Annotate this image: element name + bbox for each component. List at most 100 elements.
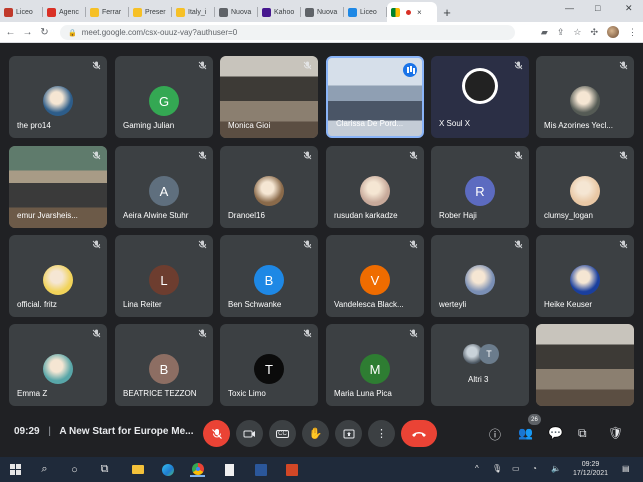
menu-kebab-icon[interactable]: ⋮ (628, 27, 637, 38)
google-meet-icon (391, 7, 400, 17)
minimize-icon[interactable]: — (565, 3, 574, 13)
browser-tab[interactable]: Nuova (215, 2, 258, 22)
browser-tab[interactable]: Ferrar (86, 2, 129, 22)
system-clock[interactable]: 09:29 17/12/2021 (573, 460, 608, 478)
participant-tile[interactable]: A Aeira Alwine Stuhr (115, 146, 213, 228)
close-tab-icon[interactable]: × (417, 8, 422, 17)
microphone-icon[interactable]: 🎙 (492, 464, 502, 473)
mic-muted-icon (409, 151, 418, 162)
participant-tile[interactable]: L Lina Reiter (115, 235, 213, 317)
participant-tile[interactable]: Dranoel16 (220, 146, 318, 228)
battery-icon[interactable]: ▭ (512, 464, 520, 473)
raise-hand-button[interactable]: ✋ (302, 420, 329, 447)
browser-tab[interactable]: Italy_i (172, 2, 215, 22)
meeting-details-icon[interactable]: ⓘ (489, 426, 501, 443)
powerpoint-icon[interactable] (284, 462, 299, 477)
participant-tile[interactable]: T Altri 3 (431, 324, 529, 406)
participant-tile[interactable]: werteyli (431, 235, 529, 317)
task-view-icon[interactable]: ⧉ (97, 462, 112, 477)
tab-label: Liceo (360, 8, 377, 16)
participant-photo-avatar (360, 176, 390, 206)
camera-toggle-button[interactable] (236, 420, 263, 447)
participant-tile[interactable]: Mis Azorines Yecl... (536, 56, 634, 138)
tab-label: Nuova (317, 8, 338, 16)
search-icon[interactable]: ⌕ (37, 462, 52, 477)
clock-date: 17/12/2021 (573, 470, 609, 477)
participant-tile[interactable]: X Soul X (431, 56, 529, 138)
new-tab-button[interactable]: + (437, 2, 457, 22)
word-icon[interactable] (253, 462, 268, 477)
file-explorer-icon[interactable] (130, 462, 145, 477)
bookmark-star-icon[interactable]: ☆ (573, 27, 581, 38)
mic-toggle-button[interactable] (203, 420, 230, 447)
reload-icon[interactable]: ↻ (36, 27, 53, 38)
others-initial-avatar: T (479, 344, 499, 364)
people-icon[interactable]: 👥 (518, 426, 533, 440)
participant-count-badge: 26 (528, 414, 541, 425)
chrome-icon[interactable] (190, 462, 205, 477)
host-controls-icon[interactable]: 🛡 (608, 426, 623, 440)
participant-tile[interactable]: Emma Z (9, 324, 107, 406)
end-call-button[interactable] (401, 420, 437, 447)
participant-tile[interactable] (536, 324, 634, 406)
participant-tile[interactable]: clumsy_logan (536, 146, 634, 228)
participant-name: werteyli (439, 300, 467, 309)
browser-tab[interactable]: Liceo (0, 2, 43, 22)
extensions-icon[interactable]: ✣ (590, 27, 598, 38)
volume-icon[interactable]: 🔈 (551, 464, 561, 473)
mic-muted-icon (619, 61, 628, 72)
tray-chevron-icon[interactable]: ^ (475, 464, 479, 473)
participant-tile[interactable]: the pro14 (9, 56, 107, 138)
obs-logo-icon (462, 68, 498, 104)
browser-tab[interactable]: Preser (129, 2, 172, 22)
maximize-icon[interactable]: □ (595, 3, 600, 13)
participant-tile[interactable]: official. fritz (9, 235, 107, 317)
back-icon[interactable]: ← (2, 27, 19, 38)
mic-muted-icon (198, 61, 207, 72)
activities-icon[interactable]: ⧉ (578, 426, 587, 441)
participant-tile[interactable]: V Vandelesca Black... (326, 235, 424, 317)
participant-name: rusudan karkadze (334, 211, 398, 220)
camera-indicator-icon[interactable]: ▰ (541, 27, 548, 38)
participant-tile[interactable]: rusudan karkadze (326, 146, 424, 228)
browser-tab[interactable]: Nuova (301, 2, 344, 22)
document-icon[interactable] (222, 462, 237, 477)
windows-start-icon[interactable] (8, 462, 23, 477)
participant-tile[interactable]: Monica Gioi (220, 56, 318, 138)
cortana-icon[interactable]: ○ (67, 462, 82, 477)
browser-tab[interactable]: Agenc (43, 2, 86, 22)
participant-tile[interactable]: B BEATRICE TEZZON (115, 324, 213, 406)
participant-tile[interactable]: emur Jvarsheis... (9, 146, 107, 228)
participant-tile[interactable]: Clarissa De Pord... (326, 56, 424, 138)
profile-avatar[interactable] (607, 26, 619, 38)
browser-tab[interactable]: Liceo (344, 2, 387, 22)
present-button[interactable] (335, 420, 362, 447)
participant-tile[interactable]: T Toxic Limo (220, 324, 318, 406)
participant-name: BEATRICE TEZZON (123, 389, 197, 398)
url-input[interactable]: 🔒 meet.google.com/csx-ouuz-vay?authuser=… (60, 25, 515, 40)
more-options-button[interactable]: ⋮ (368, 420, 395, 447)
share-icon[interactable]: ⇪ (557, 27, 565, 38)
tab-google-meet[interactable]: × (387, 2, 437, 22)
forward-icon[interactable]: → (19, 27, 36, 38)
close-window-icon[interactable]: ✕ (625, 3, 633, 14)
participant-tile[interactable]: Heike Keuser (536, 235, 634, 317)
participant-name: clumsy_logan (544, 211, 593, 220)
participant-name: Aeira Alwine Stuhr (123, 211, 189, 220)
chat-icon[interactable]: 💬 (548, 426, 563, 440)
participant-tile[interactable]: M Maria Luna Pica (326, 324, 424, 406)
notifications-icon[interactable]: ▤ (622, 464, 630, 473)
participant-tile[interactable]: G Gaming Julian (115, 56, 213, 138)
participant-photo-avatar (570, 265, 600, 295)
tab-favicon-icon (90, 7, 99, 17)
meeting-title: A New Start for Europe Me... (59, 426, 194, 437)
mic-muted-icon (409, 329, 418, 340)
captions-button[interactable]: CC (269, 420, 296, 447)
mic-muted-icon (198, 151, 207, 162)
edge-icon[interactable] (160, 462, 175, 477)
browser-tab[interactable]: Kahoo (258, 2, 301, 22)
tab-label: Nuova (231, 8, 252, 16)
participant-tile[interactable]: R Rober Haji (431, 146, 529, 228)
network-icon[interactable]: ◔ (532, 464, 537, 473)
participant-tile[interactable]: B Ben Schwanke (220, 235, 318, 317)
